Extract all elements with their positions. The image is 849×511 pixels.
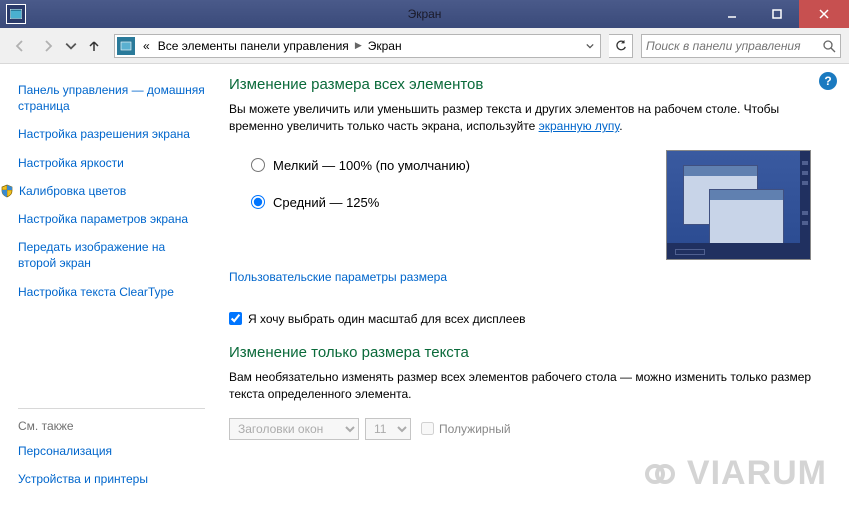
sidebar-link-devices[interactable]: Устройства и принтеры <box>18 471 205 487</box>
breadcrumb-parent[interactable]: Все элементы панели управления <box>154 35 353 57</box>
refresh-button[interactable] <box>609 34 633 58</box>
close-button[interactable] <box>799 0 849 28</box>
magnifier-link[interactable]: экранную лупу <box>539 119 620 133</box>
heading-resize-all: Изменение размера всех элементов <box>229 76 821 93</box>
single-scale-label: Я хочу выбрать один масштаб для всех дис… <box>248 312 526 326</box>
element-select[interactable]: Заголовки окон <box>229 418 359 440</box>
address-dropdown[interactable] <box>580 35 598 57</box>
search-icon <box>822 39 836 53</box>
scale-radio-medium-input[interactable] <box>251 195 265 209</box>
minimize-button[interactable] <box>709 0 754 28</box>
maximize-button[interactable] <box>754 0 799 28</box>
forward-button[interactable] <box>36 34 60 58</box>
sidebar-link-params[interactable]: Настройка параметров экрана <box>18 211 205 227</box>
sidebar-link-personalization[interactable]: Персонализация <box>18 443 205 459</box>
preview-image <box>666 150 811 260</box>
location-icon <box>117 37 135 55</box>
main-content: ? Изменение размера всех элементов Вы мо… <box>215 64 849 511</box>
desc-text-only: Вам необязательно изменять размер всех э… <box>229 369 821 404</box>
breadcrumb-current[interactable]: Экран <box>364 35 406 57</box>
help-icon[interactable]: ? <box>819 72 837 90</box>
custom-size-link[interactable]: Пользовательские параметры размера <box>229 270 447 284</box>
sidebar: Панель управления — домашняя страница На… <box>0 64 215 511</box>
scale-radio-medium-label: Средний — 125% <box>273 195 379 210</box>
search-input[interactable] <box>646 39 822 53</box>
desc-text-b: . <box>619 119 622 133</box>
sidebar-link-project[interactable]: Передать изображение на второй экран <box>18 239 205 271</box>
sidebar-link-home[interactable]: Панель управления — домашняя страница <box>18 82 205 114</box>
title-bar: Экран <box>0 0 849 28</box>
scale-radio-small[interactable]: Мелкий — 100% (по умолчанию) <box>251 158 470 173</box>
nav-bar: « Все элементы панели управления ▶ Экран <box>0 28 849 64</box>
sidebar-link-calibration[interactable]: Калибровка цветов <box>19 183 126 199</box>
see-also-label: См. также <box>18 419 205 433</box>
breadcrumb-prefix[interactable]: « <box>139 35 154 57</box>
back-button[interactable] <box>8 34 32 58</box>
app-icon <box>6 4 26 24</box>
font-size-select[interactable]: 11 <box>365 418 411 440</box>
scale-radio-small-input[interactable] <box>251 158 265 172</box>
breadcrumb-sep-icon: ▶ <box>355 40 362 51</box>
window-title: Экран <box>408 7 442 21</box>
bold-label: Полужирный <box>439 422 511 436</box>
desc-text-a: Вы можете увеличить или уменьшить размер… <box>229 102 779 133</box>
search-box[interactable] <box>641 34 841 58</box>
sidebar-link-resolution[interactable]: Настройка разрешения экрана <box>18 126 205 142</box>
scale-radio-small-label: Мелкий — 100% (по умолчанию) <box>273 158 470 173</box>
recent-dropdown[interactable] <box>64 34 78 58</box>
desc-resize-all: Вы можете увеличить или уменьшить размер… <box>229 101 821 136</box>
watermark: VIARUM <box>637 454 827 493</box>
sidebar-link-brightness[interactable]: Настройка яркости <box>18 155 205 171</box>
sidebar-link-cleartype[interactable]: Настройка текста ClearType <box>18 284 205 300</box>
bold-checkbox-wrap[interactable]: Полужирный <box>421 422 511 436</box>
address-bar[interactable]: « Все элементы панели управления ▶ Экран <box>114 34 601 58</box>
single-scale-checkbox[interactable] <box>229 312 242 325</box>
watermark-text: VIARUM <box>687 454 827 493</box>
heading-text-only: Изменение только размера текста <box>229 344 821 361</box>
shield-icon <box>0 184 14 198</box>
bold-checkbox[interactable] <box>421 422 434 435</box>
scale-radio-medium[interactable]: Средний — 125% <box>251 195 470 210</box>
up-button[interactable] <box>82 34 106 58</box>
